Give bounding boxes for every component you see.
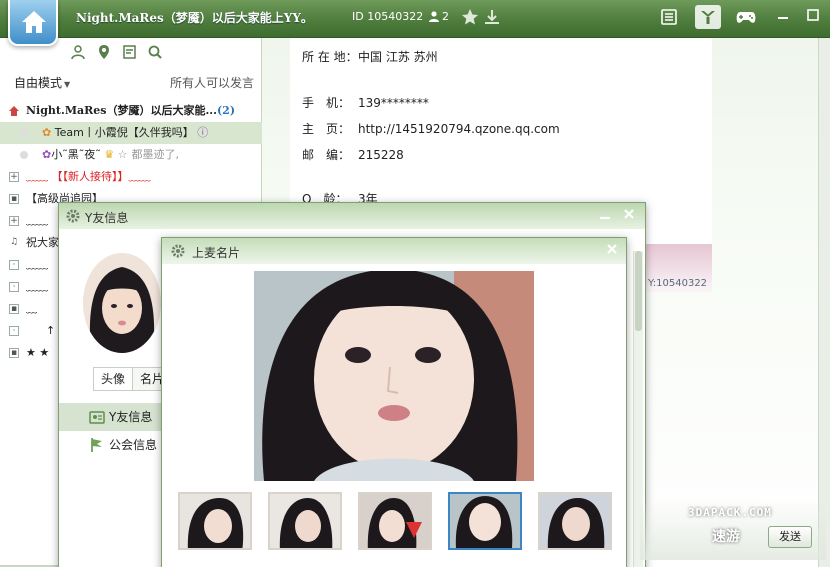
mode-dropdown[interactable]: 自由模式 ▼ (14, 74, 70, 91)
location-icon[interactable] (96, 44, 112, 60)
thumbnail-photo[interactable] (358, 492, 432, 550)
portrait-image (254, 271, 534, 481)
portrait-image (180, 494, 250, 548)
flag-icon (91, 438, 102, 452)
mic-card-title: 上麦名片 (192, 246, 241, 260)
crown-icon: ♛ (100, 148, 118, 161)
mic-card-window: 上麦名片 (161, 237, 627, 567)
friend-nav: Y友信息 公会信息 (59, 403, 163, 459)
close-icon[interactable] (606, 243, 618, 255)
phone-row: 手 机： 139******** (302, 96, 429, 110)
channel-label: ↑ (46, 324, 56, 337)
minimize-icon[interactable] (599, 209, 611, 221)
person-add-icon[interactable] (70, 44, 86, 60)
document-icon (661, 9, 677, 25)
tree-user[interactable]: ✿ Team丨小霞倪【久伴我吗】 ⓘ (0, 122, 262, 144)
channel-label: ﹏﹏ (26, 214, 48, 227)
edit-list-icon[interactable] (122, 44, 138, 60)
game-button[interactable] (733, 5, 759, 29)
watermark-cn: 速游 (712, 529, 740, 545)
user-row-label: ✿ Team丨小霞倪【久伴我吗】 ⓘ (42, 126, 209, 139)
close-icon[interactable] (623, 208, 635, 220)
portrait-image (360, 494, 430, 548)
portrait-image (83, 253, 161, 353)
tree-root-label: Night.MaRes（梦魇）以后大家能...(2) (26, 104, 236, 117)
home-button[interactable] (8, 0, 58, 46)
online-count: 2 (428, 10, 449, 23)
speak-mode-label: 所有人可以发言 (169, 76, 254, 90)
left-toolbar (70, 44, 169, 63)
yy-logo-icon (701, 11, 715, 24)
gear-icon (66, 209, 80, 223)
user-row-label: ✿小˜黑˜夜˜ ♛ ☆ 都墨迹了, (42, 148, 179, 161)
mic-card-header[interactable]: 上麦名片 (162, 238, 626, 264)
homepage-row: 主 页： http://1451920794.qzone.qq.com (302, 122, 560, 136)
download-icon[interactable] (482, 8, 502, 26)
channel-bullet-icon: · (9, 282, 19, 292)
main-photo (254, 271, 534, 481)
thumbnail-photo[interactable] (268, 492, 342, 550)
channel-label: ﹏﹏ 【【新人接待】】﹏﹏ (26, 170, 151, 183)
nav-guild-info[interactable]: 公会信息 (59, 431, 163, 459)
mic-icon: ⓘ (193, 126, 209, 139)
maximize-icon[interactable] (806, 8, 820, 22)
status-dot (20, 151, 28, 159)
badge-icon: ✿ (42, 148, 52, 161)
tree-channel[interactable]: + ﹏﹏ 【【新人接待】】﹏﹏ (0, 166, 262, 188)
portrait-image (540, 494, 610, 548)
friend-window-title: Y友信息 (85, 211, 129, 225)
id-card-icon (89, 411, 105, 424)
channel-label: ★ ★ (26, 346, 50, 359)
channel-title: Night.MaRes（梦魇）以后大家能上YY。 (76, 11, 313, 25)
caret-down-icon: ▼ (64, 80, 71, 89)
home-small-icon (9, 106, 19, 116)
tab-avatar[interactable]: 头像 (94, 368, 134, 390)
status-dot (20, 129, 28, 137)
channel-bullet-icon: · (9, 260, 19, 270)
gear-icon (171, 244, 185, 258)
thumbnail-photo[interactable] (538, 492, 612, 550)
portrait-image (270, 494, 340, 548)
thumbnail-photo[interactable] (178, 492, 252, 550)
portrait-image (450, 494, 520, 548)
channel-label: ﹏ (26, 302, 37, 315)
star-icon[interactable] (460, 8, 480, 26)
gamepad-icon (736, 12, 756, 23)
notes-button[interactable] (656, 5, 682, 29)
scroll-thumb[interactable] (635, 251, 642, 331)
nav-yy-friend-info[interactable]: Y友信息 (59, 403, 163, 431)
top-bar: Night.MaRes（梦魇）以后大家能上YY。 ID 10540322 2 (0, 0, 830, 46)
lock-icon: ▪ (9, 194, 19, 204)
music-icon: ♫ (9, 237, 19, 248)
expand-icon[interactable]: + (9, 172, 19, 182)
search-icon[interactable] (147, 44, 163, 60)
home-icon (22, 11, 46, 33)
avatar[interactable] (83, 253, 161, 353)
channel-label: ﹏﹏ (26, 280, 48, 293)
friend-window-header[interactable]: Y友信息 (59, 203, 645, 229)
lock-icon: ▪ (9, 348, 19, 358)
yy-button[interactable] (695, 5, 721, 29)
tree-root[interactable]: Night.MaRes（梦魇）以后大家能...(2) (0, 100, 262, 122)
watermark-brand: 3DAPACK.COM (688, 506, 772, 519)
tree-user[interactable]: ✿小˜黑˜夜˜ ♛ ☆ 都墨迹了, (0, 144, 262, 166)
channel-bullet-icon: · (9, 326, 19, 336)
star-outline-icon: ☆ (117, 148, 128, 161)
badge-icon: ✿ (42, 126, 55, 139)
channel-label: 祝大家 (26, 236, 59, 249)
minimize-icon[interactable] (776, 8, 790, 22)
expand-icon[interactable]: + (9, 216, 19, 226)
zip-row: 邮 编： 215228 (302, 148, 404, 162)
scrollbar[interactable] (818, 38, 830, 567)
channel-id-tail: Y:10540322 (644, 244, 712, 292)
thumbnail-photo-selected[interactable] (448, 492, 522, 550)
location-row: 所 在 地：中国 江苏 苏州 (302, 50, 438, 64)
lock-icon: ▪ (9, 304, 19, 314)
send-button[interactable]: 发送 (768, 526, 812, 548)
homepage-link[interactable]: http://1451920794.qzone.qq.com (358, 122, 560, 136)
mode-row: 自由模式 ▼ 所有人可以发言 (0, 72, 262, 94)
channel-id: ID 10540322 (352, 10, 424, 23)
channel-label: ﹏﹏ (26, 258, 48, 271)
user-icon (429, 11, 439, 22)
